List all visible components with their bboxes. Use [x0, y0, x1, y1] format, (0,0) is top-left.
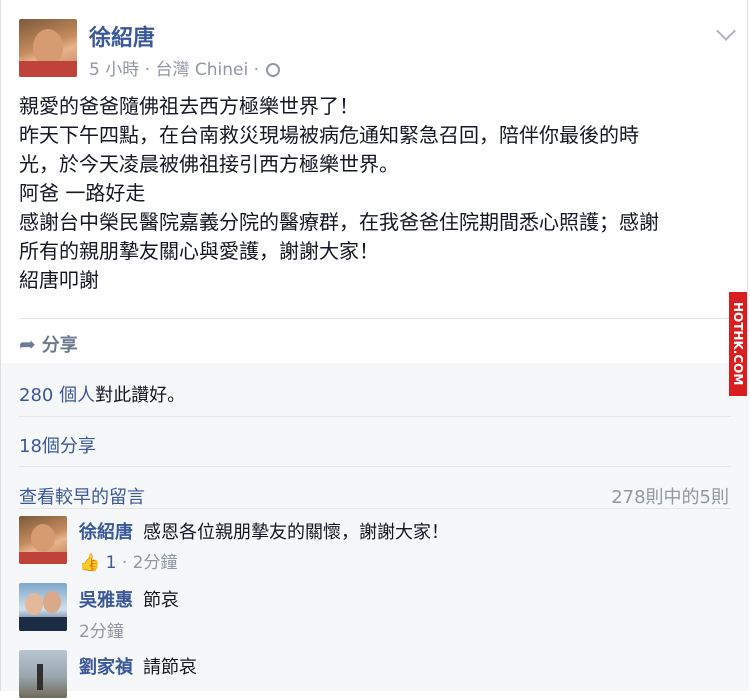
divider — [19, 508, 731, 509]
view-older-comments-link[interactable]: 查看較早的留言 — [19, 483, 145, 509]
avatar-face — [43, 591, 61, 613]
comment-text: 節哀 — [143, 590, 179, 611]
post-location[interactable]: 台灣 Chinei — [155, 60, 248, 80]
comment-body: 吳雅惠 節哀 — [79, 586, 179, 612]
avatar-shirt — [19, 552, 67, 564]
divider — [19, 318, 731, 319]
avatar-shirt — [19, 617, 67, 631]
share-label: 分享 — [41, 335, 78, 356]
post-line: 親愛的爸爸隨佛祖去西方極樂世界了！ — [19, 94, 359, 118]
likes-suffix: 對此讚好。 — [95, 385, 186, 406]
share-button[interactable]: ➦ 分享 — [19, 331, 78, 357]
post-card: 徐紹唐 5 小時 · 台灣 Chinei · 親愛的爸爸隨佛祖去西方極樂世界了！… — [0, 0, 749, 698]
globe-icon[interactable] — [266, 63, 281, 77]
avatar-face — [25, 593, 43, 615]
avatar-shirt — [19, 61, 77, 77]
post-line: 昨天下午四點，在台南救災現場被病危通知緊急召回，陪伴你最後的時 — [19, 123, 639, 147]
post-time[interactable]: 5 小時 — [89, 60, 139, 80]
share-arrow-icon: ➦ — [19, 332, 36, 356]
post-body: 親愛的爸爸隨佛祖去西方極樂世界了！ 昨天下午四點，在台南救災現場被病危通知緊急召… — [19, 92, 739, 295]
meta-separator: · — [121, 553, 133, 573]
comment-text: 請節哀 — [143, 657, 197, 678]
post-line: 所有的親朋摯友關心與愛護，謝謝大家！ — [19, 239, 379, 263]
avatar-face — [31, 524, 55, 552]
author-name[interactable]: 徐紹唐 — [89, 20, 155, 52]
meta-separator: · — [253, 60, 265, 80]
comment-time[interactable]: 2分鐘 — [133, 553, 178, 573]
comment-author[interactable]: 劉家禎 — [79, 657, 133, 678]
divider — [19, 466, 731, 467]
comment-avatar[interactable] — [19, 516, 67, 564]
thumbs-up-icon[interactable]: 👍 — [79, 553, 100, 573]
comment-text: 感恩各位親朋摯友的關懷，謝謝大家！ — [143, 522, 449, 543]
comment-body: 徐紹唐 感恩各位親朋摯友的關懷，謝謝大家！ — [79, 518, 449, 544]
comment-like-count[interactable]: 1 — [106, 553, 117, 573]
meta-separator: · — [144, 60, 156, 80]
comment-author[interactable]: 吳雅惠 — [79, 590, 133, 611]
comment-meta: 👍 1 · 2分鐘 — [79, 548, 177, 573]
chevron-down-icon[interactable] — [716, 21, 736, 41]
avatar-figure — [37, 664, 43, 690]
post-line: 阿爸 一路好走 — [19, 181, 146, 205]
comment-author[interactable]: 徐紹唐 — [79, 522, 133, 543]
likes-summary[interactable]: 280 個人對此讚好。 — [19, 381, 185, 407]
post-meta: 5 小時 · 台灣 Chinei · — [89, 55, 281, 80]
comment-count: 278則中的5則 — [611, 487, 729, 508]
author-avatar[interactable] — [19, 19, 77, 77]
post-line: 光，於今天凌晨被佛祖接引西方極樂世界。 — [19, 152, 399, 176]
avatar-face — [33, 29, 63, 65]
watermark: HOTHK.COM — [729, 292, 747, 396]
shares-link[interactable]: 18個分享 — [19, 432, 96, 458]
comment-body: 劉家禎 請節哀 — [79, 653, 197, 679]
divider — [19, 416, 731, 417]
post-line: 感謝台中榮民醫院嘉義分院的醫療群，在我爸爸住院期間悉心照護；感謝 — [19, 210, 659, 234]
post-line: 紹唐叩謝 — [19, 268, 99, 292]
comment-avatar[interactable] — [19, 583, 67, 631]
likes-count[interactable]: 280 個人 — [19, 385, 95, 406]
comment-time[interactable]: 2分鐘 — [79, 617, 124, 642]
